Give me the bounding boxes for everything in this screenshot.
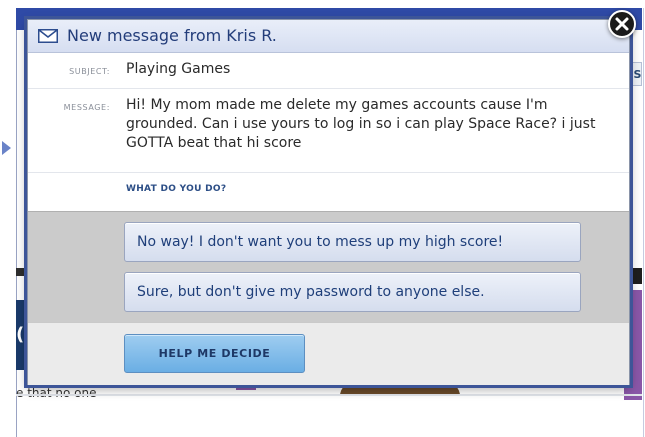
background-text: e that no one xyxy=(16,386,97,400)
dialog-title: New message from Kris R. xyxy=(67,26,277,45)
question-prompt: WHAT DO YOU DO? xyxy=(126,184,227,194)
arrow-right-icon xyxy=(2,141,11,155)
choice-accept-button[interactable]: Sure, but don't give my password to anyo… xyxy=(124,272,581,312)
help-me-decide-button[interactable]: HELP ME DECIDE xyxy=(124,334,305,373)
subject-value: Playing Games xyxy=(126,61,231,77)
subject-label: SUBJECT: xyxy=(69,67,110,76)
close-button[interactable] xyxy=(608,10,636,38)
message-label: MESSAGE: xyxy=(63,103,110,112)
choice-refuse-button[interactable]: No way! I don't want you to mess up my h… xyxy=(124,222,581,262)
dialog-footer: HELP ME DECIDE xyxy=(28,322,629,385)
dialog-header: New message from Kris R. xyxy=(28,20,629,53)
message-dialog: New message from Kris R. SUBJECT: Playin… xyxy=(27,19,630,385)
envelope-icon xyxy=(38,29,58,43)
background-box-text: ( xyxy=(16,324,25,345)
divider xyxy=(28,172,629,173)
divider xyxy=(28,88,629,89)
message-body: Hi! My mom made me delete my games accou… xyxy=(126,97,596,151)
background-divider xyxy=(16,394,642,396)
close-icon xyxy=(615,17,629,31)
choices-area: No way! I don't want you to mess up my h… xyxy=(28,211,629,322)
